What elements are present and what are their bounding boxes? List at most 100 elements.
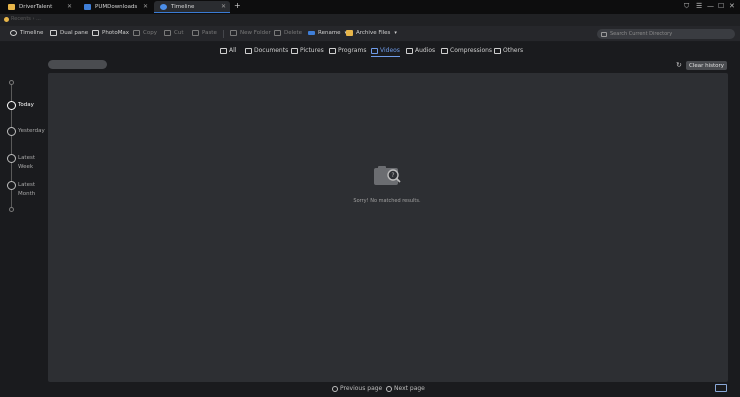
archive-files-button[interactable]: Archive Files ▾ bbox=[346, 30, 397, 36]
delete-button[interactable]: Delete bbox=[274, 30, 302, 36]
timeline-node-latest-month[interactable] bbox=[7, 181, 16, 190]
paste-label: Paste bbox=[202, 30, 217, 36]
svg-text:?: ? bbox=[391, 172, 394, 179]
empty-state-message: Sorry! No matched results. bbox=[353, 198, 421, 204]
tab-label: Videos bbox=[380, 47, 400, 54]
filter-input[interactable] bbox=[48, 60, 107, 69]
close-window-button[interactable]: ✕ bbox=[729, 2, 735, 10]
maximize-button[interactable]: ☐ bbox=[718, 2, 724, 10]
all-icon bbox=[220, 47, 227, 54]
shield-icon[interactable]: ⛉ bbox=[684, 2, 689, 11]
tab-label: Pictures bbox=[300, 47, 324, 54]
next-page-label: Next page bbox=[394, 385, 425, 392]
archive-icon bbox=[441, 47, 448, 54]
timeline-node-latest-week[interactable] bbox=[7, 154, 16, 163]
close-icon[interactable]: ✕ bbox=[221, 3, 226, 10]
search-input[interactable]: Search Current Directory bbox=[597, 29, 735, 39]
delete-label: Delete bbox=[284, 30, 303, 36]
timeline-button[interactable]: Timeline bbox=[10, 30, 43, 36]
tab-pictures[interactable]: Pictures bbox=[291, 47, 324, 54]
trash-icon bbox=[274, 30, 281, 36]
dual-pane-icon bbox=[50, 30, 57, 36]
menu-icon[interactable]: ☰ bbox=[696, 2, 702, 10]
picture-icon bbox=[291, 47, 298, 54]
others-icon bbox=[494, 47, 501, 54]
timeline-label-yesterday[interactable]: Yesterday bbox=[18, 127, 45, 136]
paste-icon bbox=[192, 30, 199, 36]
timeline-node-today[interactable] bbox=[7, 101, 16, 110]
minimize-button[interactable]: — bbox=[707, 2, 714, 10]
folder-add-icon bbox=[230, 30, 237, 36]
address-bar[interactable]: Recents › ... bbox=[0, 14, 740, 26]
tab-others[interactable]: Others bbox=[494, 47, 523, 54]
view-mode-icon[interactable] bbox=[715, 384, 727, 392]
search-scope-icon bbox=[601, 31, 607, 37]
copy-button[interactable]: Copy bbox=[133, 30, 157, 36]
copy-icon bbox=[133, 30, 140, 36]
empty-search-icon: ? bbox=[374, 166, 401, 185]
address-text: Recents › ... bbox=[11, 16, 41, 22]
next-page-button[interactable]: Next page bbox=[386, 385, 425, 392]
tab-label: Documents bbox=[254, 47, 289, 54]
tab-pumdownloads[interactable]: PUMDownloads ✕ bbox=[78, 1, 152, 13]
tab-label: PUMDownloads bbox=[95, 4, 138, 10]
toolbar-divider bbox=[223, 30, 224, 38]
tab-drivertalent[interactable]: DriverTalent ✕ bbox=[2, 1, 76, 13]
tab-audios[interactable]: Audios bbox=[406, 47, 435, 54]
timeline-label-latest-month[interactable]: Latest Month bbox=[18, 181, 42, 199]
refresh-icon[interactable]: ↻ bbox=[676, 61, 682, 69]
audio-icon bbox=[406, 47, 413, 54]
tab-documents[interactable]: Documents bbox=[245, 47, 288, 54]
new-tab-button[interactable]: + bbox=[234, 1, 241, 10]
scissors-icon bbox=[164, 30, 171, 36]
tab-label: DriverTalent bbox=[19, 4, 53, 10]
timeline-end-dot bbox=[9, 207, 14, 212]
tab-videos[interactable]: Videos bbox=[371, 47, 400, 57]
folder-icon bbox=[8, 4, 15, 10]
photo-icon bbox=[92, 30, 99, 36]
new-folder-label: New Folder bbox=[240, 30, 271, 36]
tab-label: Audios bbox=[415, 47, 436, 54]
close-icon[interactable]: ✕ bbox=[67, 3, 72, 10]
timeline-label-latest-week[interactable]: Latest Week bbox=[18, 154, 42, 172]
archive-label: Archive Files bbox=[356, 30, 391, 36]
timeline-start-dot bbox=[9, 80, 14, 85]
photomax-button[interactable]: PhotoMax bbox=[92, 30, 129, 36]
previous-page-button[interactable]: Previous page bbox=[332, 385, 382, 392]
tab-label: All bbox=[229, 47, 237, 54]
clock-icon bbox=[10, 30, 17, 36]
tab-all[interactable]: All bbox=[220, 47, 236, 54]
app-icon bbox=[84, 4, 91, 10]
tab-label: Compressions bbox=[450, 47, 493, 54]
new-folder-button[interactable]: New Folder bbox=[230, 30, 271, 36]
dual-pane-label: Dual pane bbox=[60, 30, 89, 36]
timeline-label-today[interactable]: Today bbox=[18, 101, 34, 110]
previous-icon bbox=[332, 385, 338, 392]
rename-button[interactable]: Rename ▾ bbox=[308, 30, 347, 36]
video-icon bbox=[371, 47, 378, 54]
search-placeholder: Search Current Directory bbox=[610, 31, 673, 37]
copy-label: Copy bbox=[143, 30, 157, 36]
clear-history-button[interactable]: Clear history bbox=[686, 61, 727, 70]
previous-page-label: Previous page bbox=[340, 385, 383, 392]
tab-compressions[interactable]: Compressions bbox=[441, 47, 492, 54]
cut-button[interactable]: Cut bbox=[164, 30, 183, 36]
chevron-down-icon[interactable]: ▾ bbox=[394, 30, 397, 36]
close-icon[interactable]: ✕ bbox=[143, 3, 148, 10]
next-icon bbox=[386, 385, 392, 392]
cut-label: Cut bbox=[174, 30, 184, 36]
dual-pane-button[interactable]: Dual pane bbox=[50, 30, 88, 36]
timeline-node-yesterday[interactable] bbox=[7, 127, 16, 136]
rename-label: Rename bbox=[318, 30, 341, 36]
tab-label: Others bbox=[503, 47, 524, 54]
paste-button[interactable]: Paste bbox=[192, 30, 217, 36]
photomax-label: PhotoMax bbox=[102, 30, 130, 36]
document-icon bbox=[245, 47, 252, 54]
globe-icon bbox=[160, 4, 167, 10]
tab-programs[interactable]: Programs bbox=[329, 47, 366, 54]
tab-label: Timeline bbox=[171, 4, 195, 10]
tab-label: Programs bbox=[338, 47, 367, 54]
timeline-label: Timeline bbox=[20, 30, 44, 36]
tab-timeline[interactable]: Timeline ✕ bbox=[154, 1, 230, 13]
recents-icon bbox=[4, 17, 9, 22]
